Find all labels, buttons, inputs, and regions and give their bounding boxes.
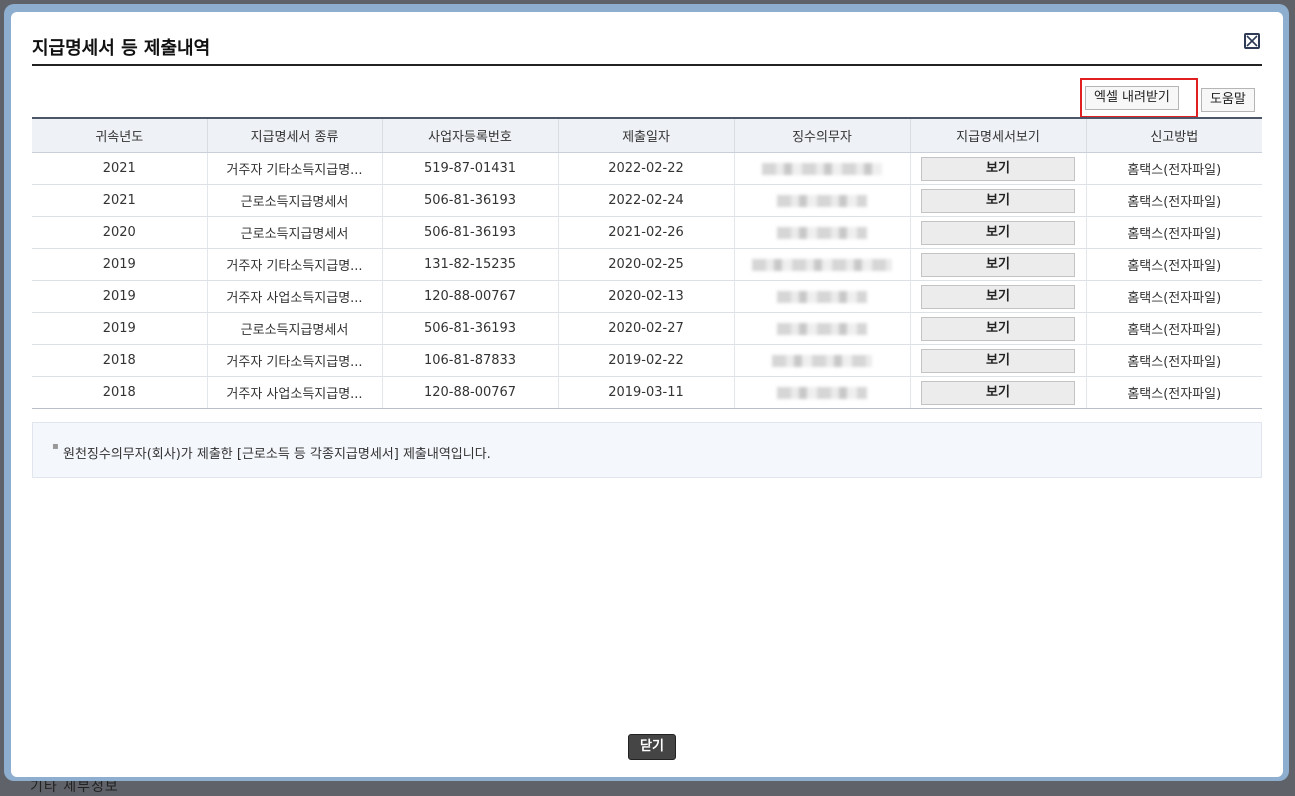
cell-withholder <box>734 376 911 409</box>
cell-view: 보기 <box>910 248 1087 281</box>
cell-date: 2019-02-22 <box>558 344 735 377</box>
table-row: 2019 근로소득지급명세서 506-81-36193 2020-02-27 보… <box>32 312 1262 345</box>
cell-year: 2020 <box>32 216 208 249</box>
cell-method: 홈택스(전자파일) <box>1086 344 1262 377</box>
table-row: 2018 거주자 사업소득지급명... 120-88-00767 2019-03… <box>32 376 1262 409</box>
cell-withholder <box>734 344 911 377</box>
col-header-view: 지급명세서보기 <box>910 117 1087 153</box>
cell-withholder <box>734 280 911 313</box>
title-divider <box>32 64 1262 66</box>
cell-date: 2020-02-25 <box>558 248 735 281</box>
cell-type: 거주자 기타소득지급명... <box>207 248 383 281</box>
cell-method: 홈택스(전자파일) <box>1086 280 1262 313</box>
info-note-text: 원천징수의무자(회사)가 제출한 [근로소득 등 각종지급명세서] 제출내역입니… <box>63 447 491 462</box>
cell-type: 거주자 기타소득지급명... <box>207 152 383 185</box>
col-header-bizno: 사업자등록번호 <box>382 117 559 153</box>
cell-year: 2019 <box>32 280 208 313</box>
cell-year: 2018 <box>32 376 208 409</box>
cell-year: 2019 <box>32 248 208 281</box>
view-button[interactable]: 보기 <box>921 348 1075 373</box>
excel-download-button[interactable]: 엑셀 내려받기 <box>1085 86 1179 110</box>
cell-type: 근로소득지급명세서 <box>207 184 383 217</box>
redacted-name <box>777 322 867 335</box>
view-button[interactable]: 보기 <box>921 220 1075 245</box>
table-header-row: 귀속년도 지급명세서 종류 사업자등록번호 제출일자 징수의무자 지급명세서보기… <box>32 117 1262 153</box>
cell-bizno: 120-88-00767 <box>382 376 559 409</box>
cell-withholder <box>734 216 911 249</box>
cell-method: 홈택스(전자파일) <box>1086 184 1262 217</box>
modal-title: 지급명세서 등 제출내역 <box>32 38 211 59</box>
cell-type: 근로소득지급명세서 <box>207 216 383 249</box>
cell-withholder <box>734 312 911 345</box>
cell-bizno: 519-87-01431 <box>382 152 559 185</box>
cell-date: 2022-02-24 <box>558 184 735 217</box>
cell-view: 보기 <box>910 216 1087 249</box>
view-button[interactable]: 보기 <box>921 380 1075 405</box>
cell-bizno: 506-81-36193 <box>382 312 559 345</box>
col-header-date: 제출일자 <box>558 117 735 153</box>
cell-year: 2021 <box>32 184 208 217</box>
cell-view: 보기 <box>910 152 1087 185</box>
redacted-name <box>777 194 867 207</box>
cell-method: 홈택스(전자파일) <box>1086 376 1262 409</box>
cell-method: 홈택스(전자파일) <box>1086 248 1262 281</box>
cell-date: 2019-03-11 <box>558 376 735 409</box>
cell-withholder <box>734 184 911 217</box>
redacted-name <box>772 354 872 367</box>
cell-bizno: 506-81-36193 <box>382 216 559 249</box>
cell-type: 근로소득지급명세서 <box>207 312 383 345</box>
cell-view: 보기 <box>910 344 1087 377</box>
cell-view: 보기 <box>910 376 1087 409</box>
view-button[interactable]: 보기 <box>921 284 1075 309</box>
cell-withholder <box>734 152 911 185</box>
cell-bizno: 506-81-36193 <box>382 184 559 217</box>
table-row: 2019 거주자 사업소득지급명... 120-88-00767 2020-02… <box>32 280 1262 313</box>
redacted-name <box>762 162 882 175</box>
col-header-year: 귀속년도 <box>32 117 208 153</box>
cell-date: 2020-02-13 <box>558 280 735 313</box>
col-header-method: 신고방법 <box>1086 117 1262 153</box>
col-header-withholder: 징수의무자 <box>734 117 911 153</box>
view-button[interactable]: 보기 <box>921 188 1075 213</box>
cell-date: 2022-02-22 <box>558 152 735 185</box>
redacted-name <box>777 290 867 303</box>
cell-year: 2019 <box>32 312 208 345</box>
cell-method: 홈택스(전자파일) <box>1086 216 1262 249</box>
cell-view: 보기 <box>910 280 1087 313</box>
submission-table: 귀속년도 지급명세서 종류 사업자등록번호 제출일자 징수의무자 지급명세서보기… <box>32 117 1262 409</box>
view-button[interactable]: 보기 <box>921 252 1075 277</box>
cell-view: 보기 <box>910 312 1087 345</box>
table-row: 2019 거주자 기타소득지급명... 131-82-15235 2020-02… <box>32 248 1262 281</box>
cell-method: 홈택스(전자파일) <box>1086 152 1262 185</box>
redacted-name <box>752 258 892 271</box>
col-header-type: 지급명세서 종류 <box>207 117 383 153</box>
table-row: 2021 근로소득지급명세서 506-81-36193 2022-02-24 보… <box>32 184 1262 217</box>
close-button[interactable]: 닫기 <box>628 734 676 760</box>
cell-bizno: 131-82-15235 <box>382 248 559 281</box>
view-button[interactable]: 보기 <box>921 156 1075 181</box>
cell-type: 거주자 기타소득지급명... <box>207 344 383 377</box>
cell-year: 2018 <box>32 344 208 377</box>
cell-bizno: 106-81-87833 <box>382 344 559 377</box>
cell-method: 홈택스(전자파일) <box>1086 312 1262 345</box>
redacted-name <box>777 386 867 399</box>
info-note-box: ▪ 원천징수의무자(회사)가 제출한 [근로소득 등 각종지급명세서] 제출내역… <box>32 422 1262 478</box>
cell-withholder <box>734 248 911 281</box>
cell-view: 보기 <box>910 184 1087 217</box>
close-x-icon[interactable] <box>1244 33 1260 49</box>
redacted-name <box>777 226 867 239</box>
help-button[interactable]: 도움말 <box>1201 88 1255 112</box>
bullet-icon: ▪ <box>52 441 59 452</box>
cell-bizno: 120-88-00767 <box>382 280 559 313</box>
table-row: 2021 거주자 기타소득지급명... 519-87-01431 2022-02… <box>32 152 1262 185</box>
table-row: 2020 근로소득지급명세서 506-81-36193 2021-02-26 보… <box>32 216 1262 249</box>
view-button[interactable]: 보기 <box>921 316 1075 341</box>
cell-type: 거주자 사업소득지급명... <box>207 280 383 313</box>
cell-year: 2021 <box>32 152 208 185</box>
table-row: 2018 거주자 기타소득지급명... 106-81-87833 2019-02… <box>32 344 1262 377</box>
submission-history-modal: 지급명세서 등 제출내역 엑셀 내려받기 도움말 귀속년도 지급명세서 종류 사… <box>11 12 1283 777</box>
cell-date: 2020-02-27 <box>558 312 735 345</box>
cell-type: 거주자 사업소득지급명... <box>207 376 383 409</box>
cell-date: 2021-02-26 <box>558 216 735 249</box>
